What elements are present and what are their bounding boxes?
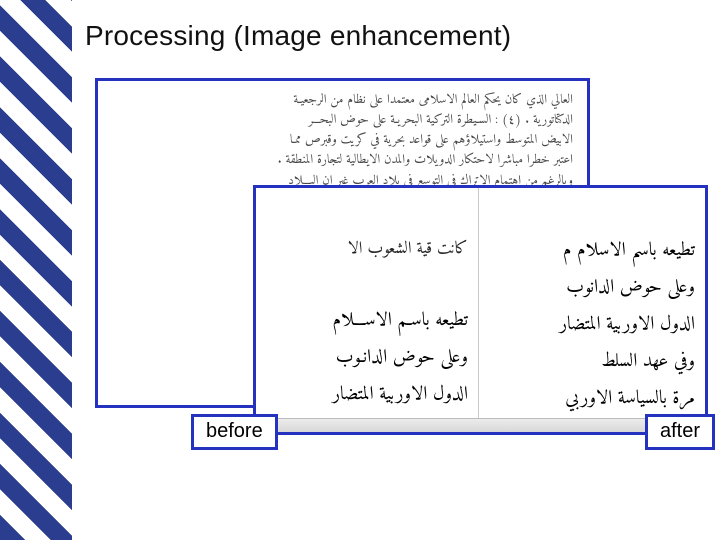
after-column-left: كانت قية الشعوب الا تطيعه باسـم الاســـل… [256,188,479,432]
before-label: before [191,414,278,450]
page-title: Processing (Image enhancement) [85,20,511,52]
after-left-text: تطيعه باسـم الاســـلام وعلى حوض الدانـوب… [260,303,468,435]
after-panel: كانت قية الشعوب الا تطيعه باسـم الاســـل… [253,185,708,435]
slide-content: Processing (Image enhancement) العالي ال… [85,0,720,540]
after-left-heading: كانت قية الشعوب الا [260,233,468,266]
after-right-text: تطيعه باسم الاسلام م وعلى حوض الدانوب ال… [487,233,695,435]
horizontal-scrollbar[interactable] [256,418,705,432]
decorative-sidebar [0,0,72,540]
after-column-right: تطيعه باسم الاسلام م وعلى حوض الدانوب ال… [479,188,705,432]
after-label: after [645,414,715,450]
